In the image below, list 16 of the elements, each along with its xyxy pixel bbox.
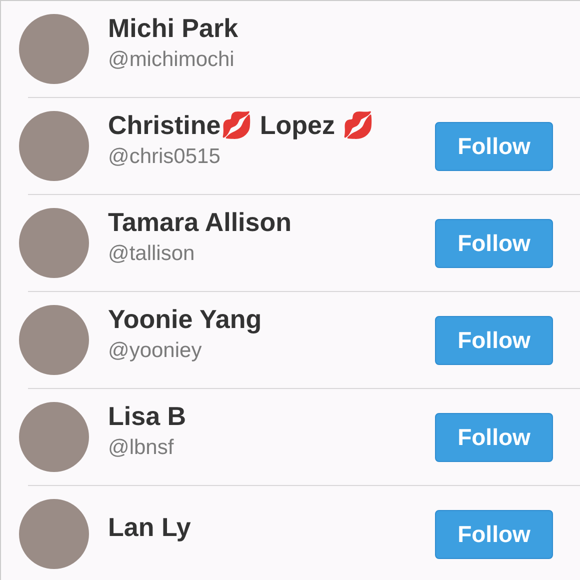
user-name: Christine💋 Lopez 💋	[108, 110, 376, 140]
user-name: Tamara Allison	[108, 206, 292, 238]
user-name: Michi Park	[108, 12, 240, 44]
user-handle: @lbnsf	[108, 436, 175, 460]
follow-button[interactable]: Follow	[435, 412, 553, 462]
follow-button[interactable]: Follow	[435, 218, 553, 268]
user-handle: @tallison	[108, 242, 196, 266]
user-handle: @yooniey	[108, 338, 203, 362]
follow-button[interactable]: Follow	[435, 122, 553, 170]
follow-button[interactable]: Follow	[435, 316, 553, 364]
user-handle: @michimochi	[108, 48, 236, 72]
user-name: Lisa B	[108, 400, 188, 432]
user-handle: @chris0515	[108, 144, 222, 168]
user-name: Lan Ly	[108, 512, 192, 542]
follow-button[interactable]: Follow	[435, 510, 553, 558]
user-name: Yoonie Yang	[108, 304, 263, 334]
